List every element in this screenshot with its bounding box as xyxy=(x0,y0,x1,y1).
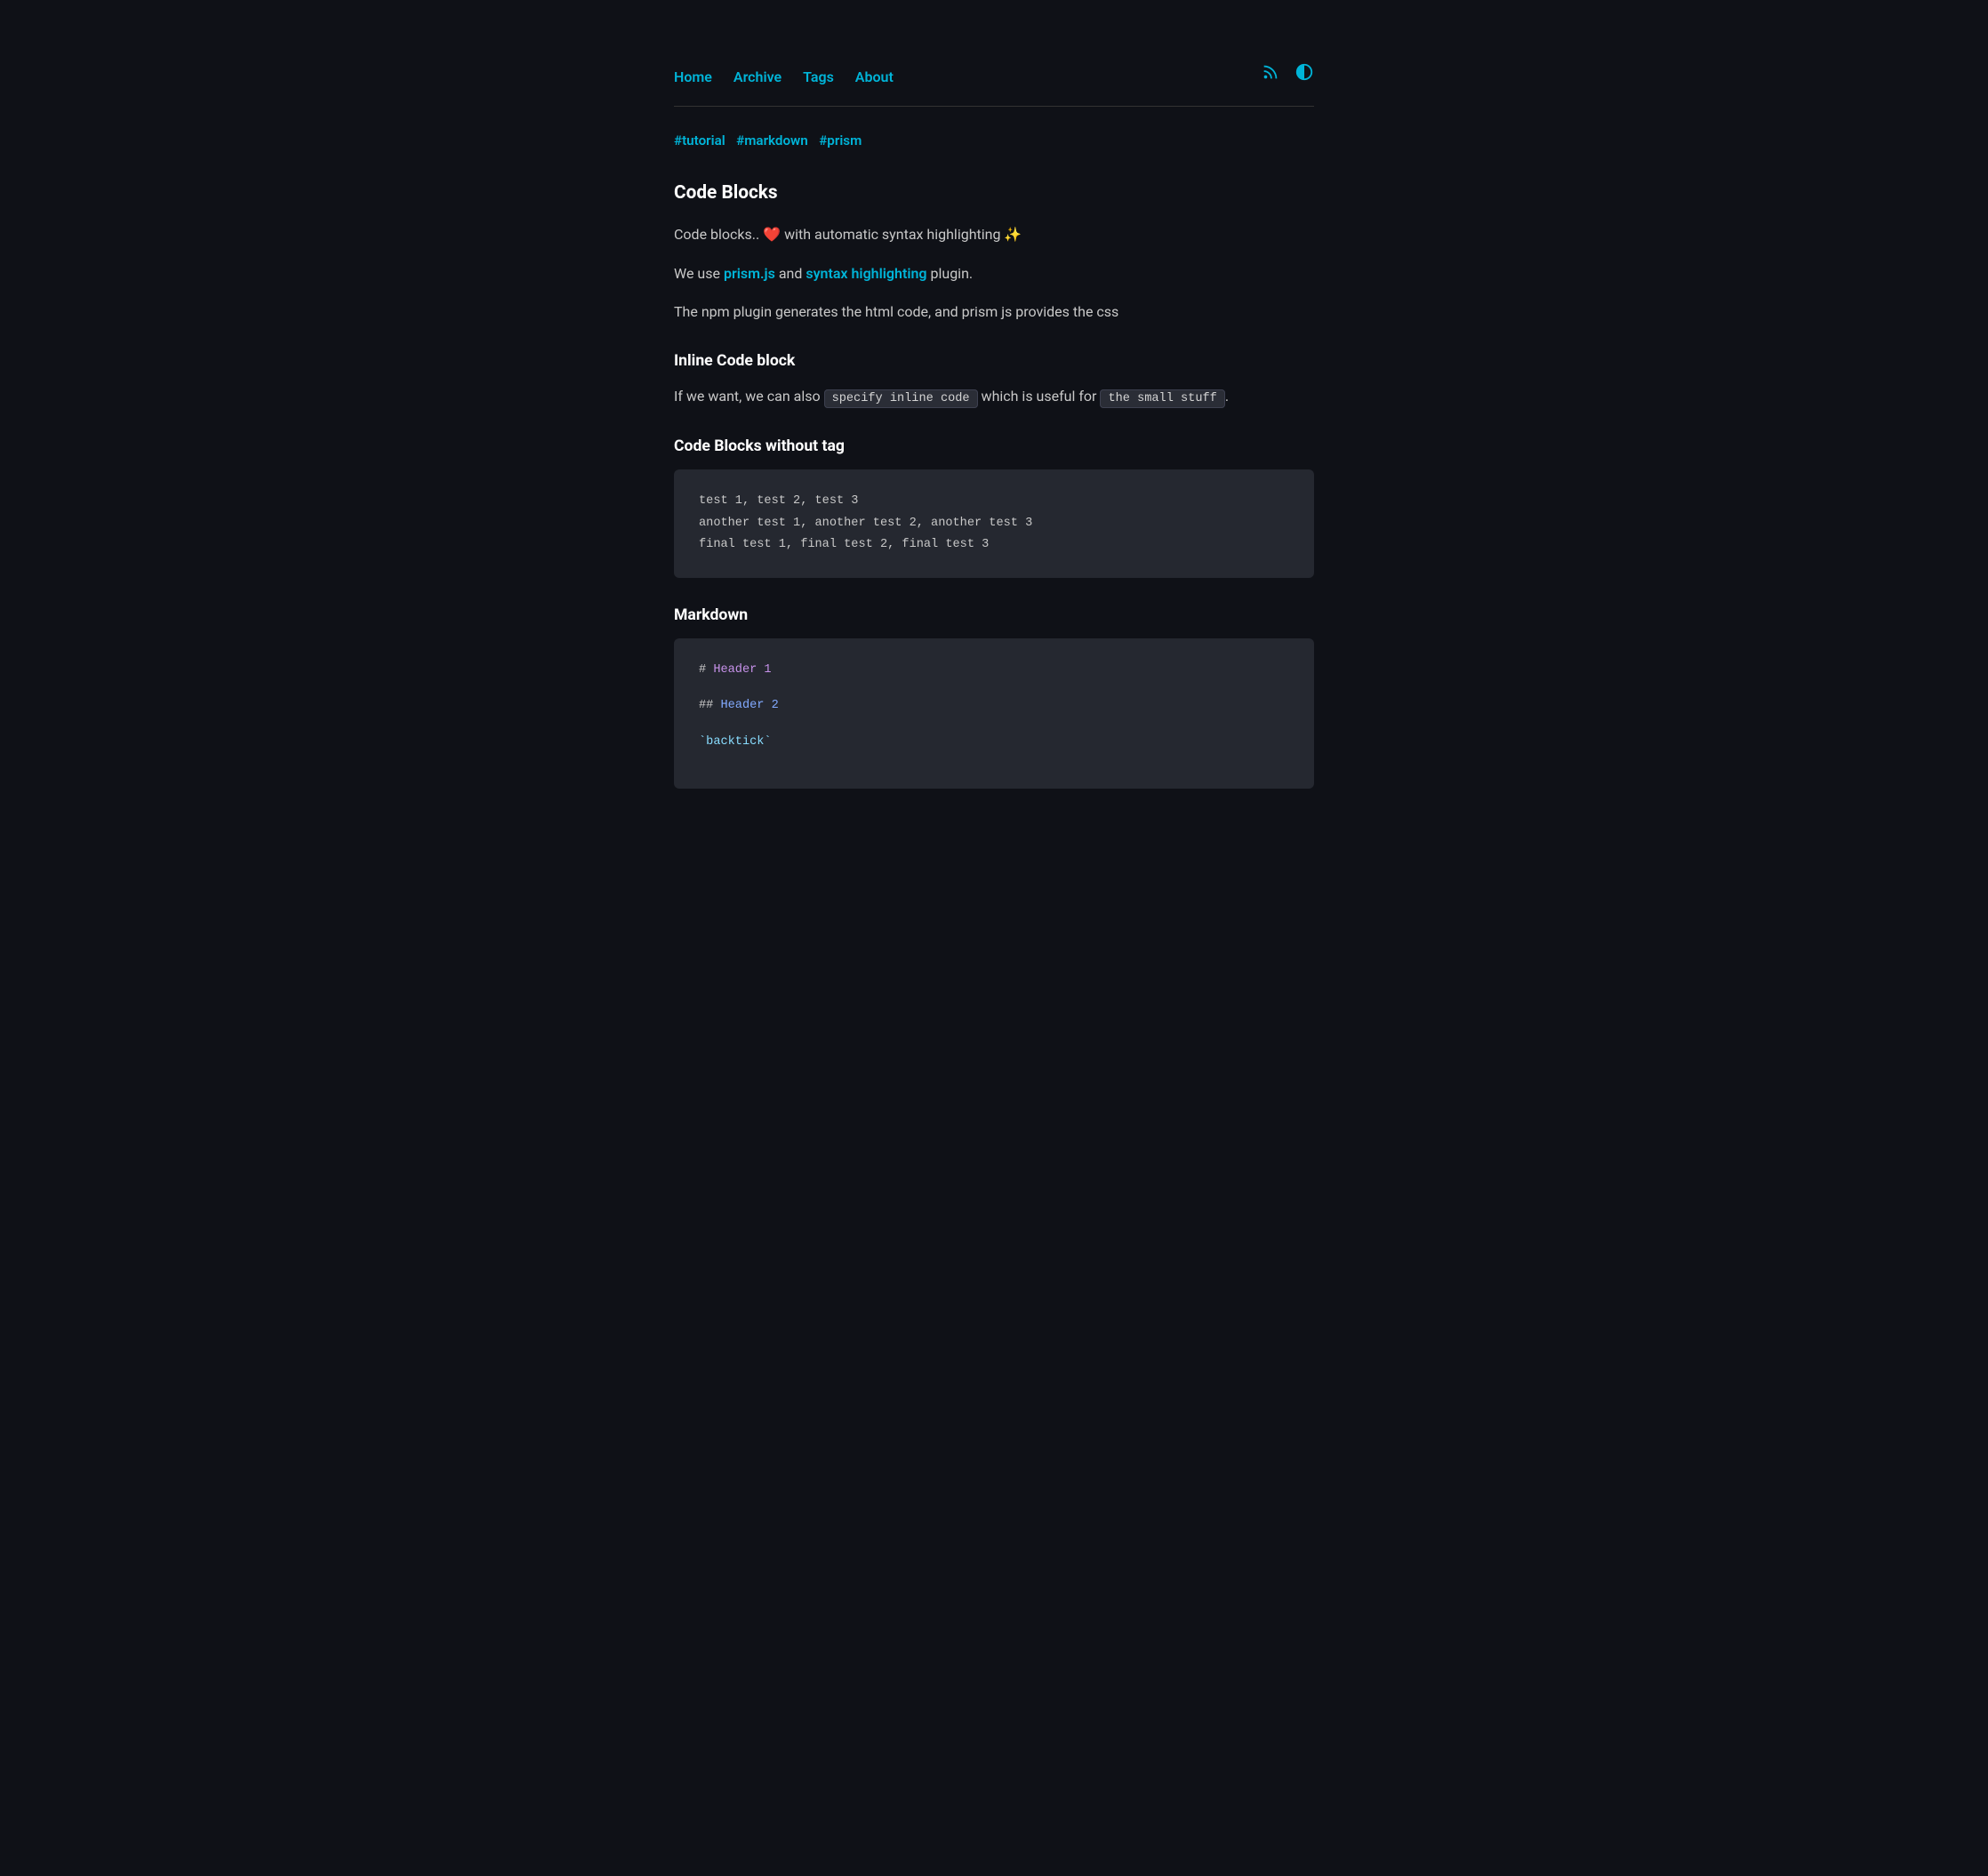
tag-markdown[interactable]: #markdown xyxy=(736,132,808,148)
nav-link-home[interactable]: Home xyxy=(674,66,712,89)
inline-code-specify: specify inline code xyxy=(824,389,978,408)
section-inline-code: Inline Code block If we want, we can als… xyxy=(674,349,1314,409)
nav-link-tags[interactable]: Tags xyxy=(803,66,834,89)
tag-tutorial[interactable]: #tutorial xyxy=(674,132,725,148)
section-markdown: Markdown # Header 1 ## Header 2 `backtic… xyxy=(674,603,1314,790)
code-line-1: test 1, test 2, test 3 xyxy=(699,491,1289,512)
code-markdown-backtick: `backtick` xyxy=(699,732,1289,753)
section-code-blocks: Code Blocks Code blocks.. ❤️ with automa… xyxy=(674,179,1314,324)
sub-heading-without-tag: Code Blocks without tag xyxy=(674,434,1314,459)
nav-link-about[interactable]: About xyxy=(855,66,894,89)
paragraph-emoji: Code blocks.. ❤️ with automatic syntax h… xyxy=(674,222,1314,246)
rss-icon[interactable] xyxy=(1261,62,1280,92)
code-block-markdown: # Header 1 ## Header 2 `backtick` xyxy=(674,638,1314,789)
inline-code-small-stuff: the small stuff xyxy=(1100,389,1224,408)
link-syntax-highlighting[interactable]: syntax highlighting xyxy=(806,265,926,282)
post-tags: #tutorial #markdown #prism xyxy=(674,128,1314,154)
paragraph-prism: We use prism.js and syntax highlighting … xyxy=(674,261,1314,285)
section-code-without-tag: Code Blocks without tag test 1, test 2, … xyxy=(674,434,1314,578)
paragraph-inline: If we want, we can also specify inline c… xyxy=(674,384,1314,409)
code-markdown-h2: ## Header 2 xyxy=(699,695,1289,717)
link-prismjs[interactable]: prism.js xyxy=(724,265,775,282)
nav-link-archive[interactable]: Archive xyxy=(733,66,782,89)
section-heading-code-blocks: Code Blocks xyxy=(674,179,1314,208)
code-line-3: final test 1, final test 2, final test 3 xyxy=(699,534,1289,556)
code-line-2: another test 1, another test 2, another … xyxy=(699,513,1289,534)
sparkle-emoji: ✨ xyxy=(1004,226,1022,243)
nav-links: Home Archive Tags About xyxy=(674,66,894,89)
nav-divider xyxy=(674,106,1314,107)
page-wrapper: Home Archive Tags About #tutorial #m xyxy=(656,0,1332,849)
tag-prism[interactable]: #prism xyxy=(819,132,862,148)
nav-icons xyxy=(1261,62,1314,92)
nav-bar: Home Archive Tags About xyxy=(674,62,1314,92)
paragraph-npm: The npm plugin generates the html code, … xyxy=(674,300,1314,324)
code-markdown-h1: # Header 1 xyxy=(699,660,1289,681)
heart-emoji: ❤️ xyxy=(763,226,781,243)
sub-heading-inline: Inline Code block xyxy=(674,349,1314,373)
sub-heading-markdown: Markdown xyxy=(674,603,1314,628)
theme-toggle-icon[interactable] xyxy=(1295,62,1314,92)
code-block-plain: test 1, test 2, test 3 another test 1, a… xyxy=(674,469,1314,577)
